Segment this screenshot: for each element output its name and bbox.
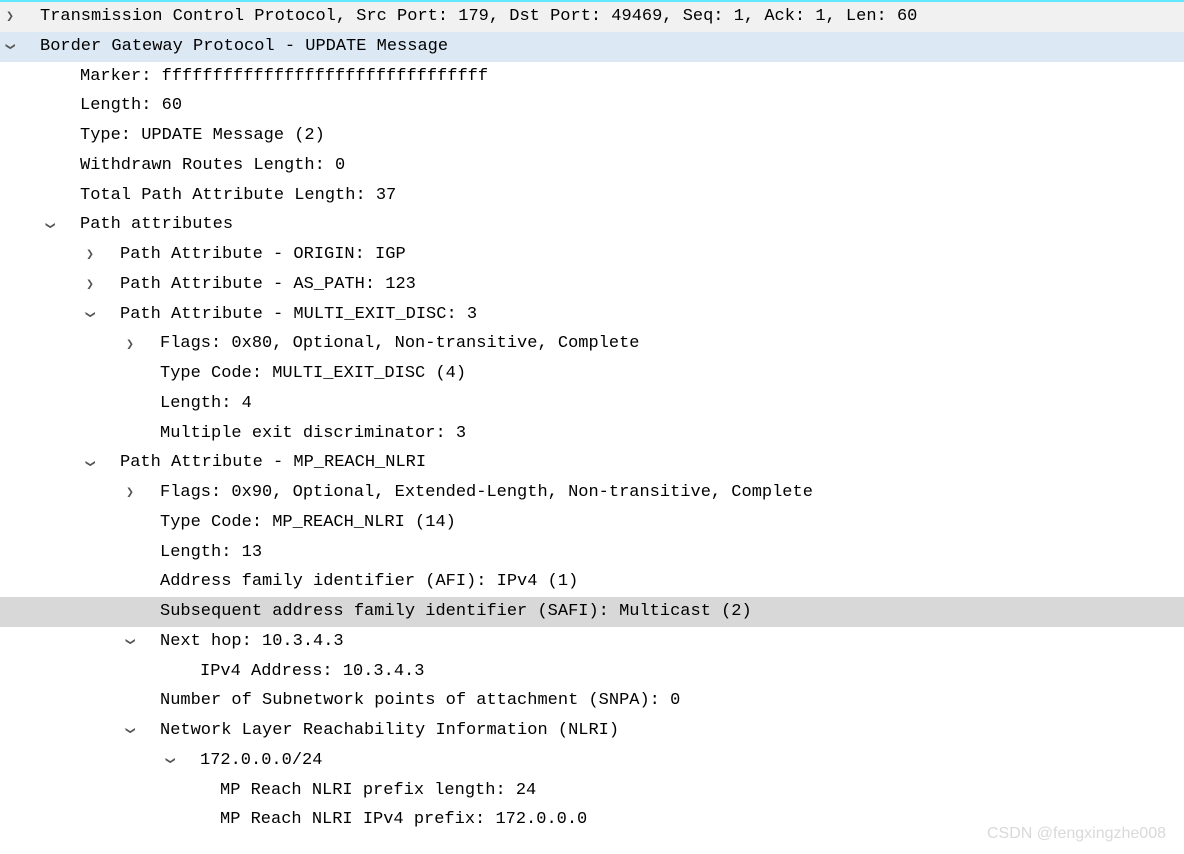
tcp-row[interactable]: ❯ Transmission Control Protocol, Src Por… bbox=[0, 0, 1184, 32]
field-label: MP Reach NLRI IPv4 prefix: 172.0.0.0 bbox=[220, 805, 587, 835]
path-attr-mpreach[interactable]: ❯ Path Attribute - MP_REACH_NLRI bbox=[0, 448, 1184, 478]
nlri-prefix-ipv4[interactable]: MP Reach NLRI IPv4 prefix: 172.0.0.0 bbox=[0, 805, 1184, 835]
field-label: Length: 13 bbox=[160, 538, 262, 568]
bgp-label: Border Gateway Protocol - UPDATE Message bbox=[40, 32, 448, 62]
mpreach-length[interactable]: Length: 13 bbox=[0, 538, 1184, 568]
bgp-length[interactable]: Length: 60 bbox=[0, 91, 1184, 121]
field-label: Marker: ffffffffffffffffffffffffffffffff bbox=[80, 62, 488, 92]
field-label: 172.0.0.0/24 bbox=[200, 746, 322, 776]
field-label: Multiple exit discriminator: 3 bbox=[160, 419, 466, 449]
field-label: Network Layer Reachability Information (… bbox=[160, 716, 619, 746]
chevron-down-icon[interactable]: ❯ bbox=[4, 37, 17, 57]
path-attributes-row[interactable]: ❯ Path attributes bbox=[0, 210, 1184, 240]
mpreach-flags[interactable]: ❯ Flags: 0x90, Optional, Extended-Length… bbox=[0, 478, 1184, 508]
mpreach-typecode[interactable]: Type Code: MP_REACH_NLRI (14) bbox=[0, 508, 1184, 538]
field-label: Type Code: MULTI_EXIT_DISC (4) bbox=[160, 359, 466, 389]
path-attr-origin[interactable]: ❯ Path Attribute - ORIGIN: IGP bbox=[0, 240, 1184, 270]
chevron-right-icon[interactable]: ❯ bbox=[80, 278, 100, 291]
mpreach-safi[interactable]: Subsequent address family identifier (SA… bbox=[0, 597, 1184, 627]
chevron-down-icon[interactable]: ❯ bbox=[84, 453, 97, 473]
field-label: Path Attribute - MULTI_EXIT_DISC: 3 bbox=[120, 300, 477, 330]
chevron-down-icon[interactable]: ❯ bbox=[124, 721, 137, 741]
field-label: Withdrawn Routes Length: 0 bbox=[80, 151, 345, 181]
field-label: Length: 60 bbox=[80, 91, 182, 121]
bgp-marker[interactable]: Marker: ffffffffffffffffffffffffffffffff bbox=[0, 62, 1184, 92]
field-label: Path Attribute - AS_PATH: 123 bbox=[120, 270, 416, 300]
field-label: MP Reach NLRI prefix length: 24 bbox=[220, 776, 536, 806]
field-label: Path Attribute - ORIGIN: IGP bbox=[120, 240, 406, 270]
med-length[interactable]: Length: 4 bbox=[0, 389, 1184, 419]
mpreach-nexthop[interactable]: ❯ Next hop: 10.3.4.3 bbox=[0, 627, 1184, 657]
field-label: Flags: 0x80, Optional, Non-transitive, C… bbox=[160, 329, 639, 359]
field-label: Subsequent address family identifier (SA… bbox=[160, 597, 752, 627]
field-label: Length: 4 bbox=[160, 389, 252, 419]
field-label: Total Path Attribute Length: 37 bbox=[80, 181, 396, 211]
chevron-down-icon[interactable]: ❯ bbox=[124, 632, 137, 652]
bgp-total-path-attr[interactable]: Total Path Attribute Length: 37 bbox=[0, 181, 1184, 211]
tcp-label: Transmission Control Protocol, Src Port:… bbox=[40, 2, 917, 32]
bgp-withdrawn[interactable]: Withdrawn Routes Length: 0 bbox=[0, 151, 1184, 181]
chevron-right-icon[interactable]: ❯ bbox=[120, 338, 140, 351]
chevron-down-icon[interactable]: ❯ bbox=[164, 751, 177, 771]
nlri-prefix-length[interactable]: MP Reach NLRI prefix length: 24 bbox=[0, 776, 1184, 806]
field-label: Path Attribute - MP_REACH_NLRI bbox=[120, 448, 426, 478]
nlri-prefix[interactable]: ❯ 172.0.0.0/24 bbox=[0, 746, 1184, 776]
chevron-right-icon[interactable]: ❯ bbox=[0, 10, 20, 23]
bgp-row[interactable]: ❯ Border Gateway Protocol - UPDATE Messa… bbox=[0, 32, 1184, 62]
chevron-down-icon[interactable]: ❯ bbox=[44, 215, 57, 235]
field-label: Type Code: MP_REACH_NLRI (14) bbox=[160, 508, 456, 538]
chevron-right-icon[interactable]: ❯ bbox=[80, 248, 100, 261]
nexthop-ipv4[interactable]: IPv4 Address: 10.3.4.3 bbox=[0, 657, 1184, 687]
path-attr-aspath[interactable]: ❯ Path Attribute - AS_PATH: 123 bbox=[0, 270, 1184, 300]
chevron-down-icon[interactable]: ❯ bbox=[84, 304, 97, 324]
path-attr-med[interactable]: ❯ Path Attribute - MULTI_EXIT_DISC: 3 bbox=[0, 300, 1184, 330]
chevron-right-icon[interactable]: ❯ bbox=[120, 486, 140, 499]
mpreach-nlri[interactable]: ❯ Network Layer Reachability Information… bbox=[0, 716, 1184, 746]
mpreach-afi[interactable]: Address family identifier (AFI): IPv4 (1… bbox=[0, 567, 1184, 597]
med-value[interactable]: Multiple exit discriminator: 3 bbox=[0, 419, 1184, 449]
field-label: IPv4 Address: 10.3.4.3 bbox=[200, 657, 424, 687]
packet-tree: ❯ Transmission Control Protocol, Src Por… bbox=[0, 0, 1184, 835]
med-flags[interactable]: ❯ Flags: 0x80, Optional, Non-transitive,… bbox=[0, 329, 1184, 359]
field-label: Path attributes bbox=[80, 210, 233, 240]
med-typecode[interactable]: Type Code: MULTI_EXIT_DISC (4) bbox=[0, 359, 1184, 389]
field-label: Next hop: 10.3.4.3 bbox=[160, 627, 344, 657]
field-label: Type: UPDATE Message (2) bbox=[80, 121, 325, 151]
bgp-type[interactable]: Type: UPDATE Message (2) bbox=[0, 121, 1184, 151]
field-label: Address family identifier (AFI): IPv4 (1… bbox=[160, 567, 578, 597]
field-label: Flags: 0x90, Optional, Extended-Length, … bbox=[160, 478, 813, 508]
mpreach-snpa[interactable]: Number of Subnetwork points of attachmen… bbox=[0, 686, 1184, 716]
field-label: Number of Subnetwork points of attachmen… bbox=[160, 686, 680, 716]
